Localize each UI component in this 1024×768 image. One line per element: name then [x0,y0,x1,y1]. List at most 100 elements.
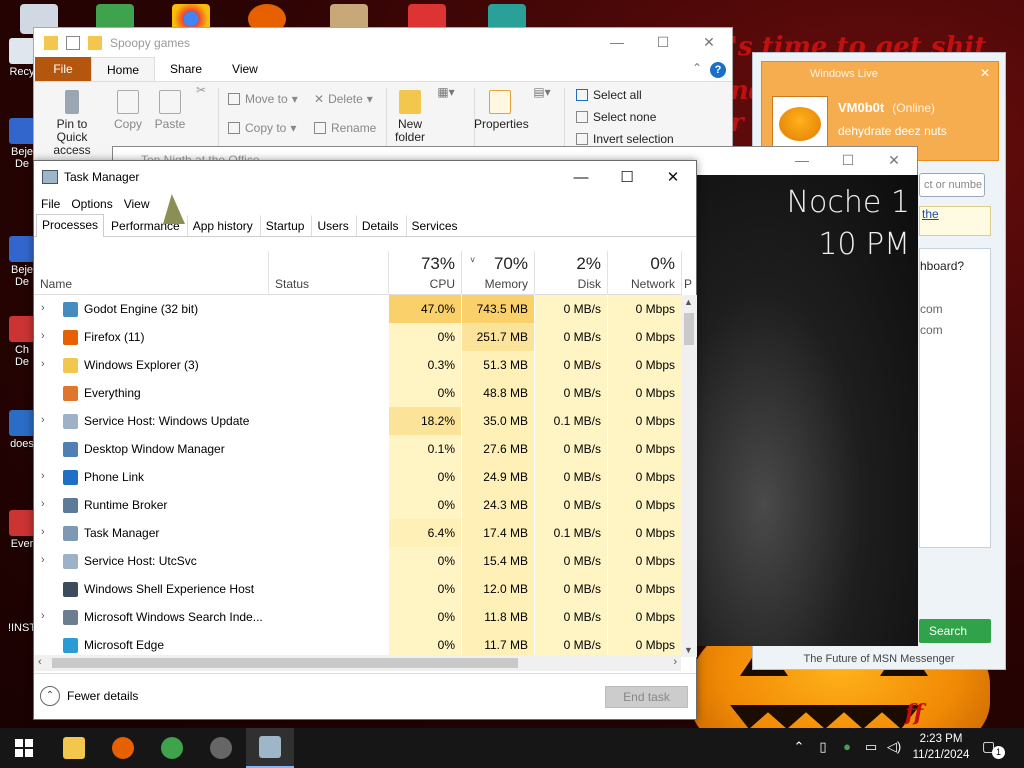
maximize-button[interactable]: ☐ [640,28,686,56]
tab-home[interactable]: Home [91,57,156,81]
process-row[interactable]: Microsoft Edge 0% 11.7 MB 0 MB/s 0 Mbps [34,631,681,657]
select-none-button[interactable]: Select none [576,110,656,124]
process-row[interactable]: › Phone Link 0% 24.9 MB 0 MB/s 0 Mbps [34,463,681,491]
delete-button[interactable]: ✕ Delete ▾ [314,92,373,106]
tab-users[interactable]: Users [311,215,354,236]
system-clock[interactable]: 2:23 PM 11/21/2024 [906,731,976,763]
tab-app-history[interactable]: App history [186,215,259,236]
minimize-button[interactable]: — [594,28,640,56]
collapse-ribbon-icon[interactable]: ⌃ [692,61,702,75]
properties-button[interactable]: Properties [474,90,529,131]
new-item-icon[interactable]: ▦▾ [434,86,458,99]
close-button[interactable]: ✕ [871,147,917,173]
expand-chevron-icon[interactable]: › [41,302,45,314]
process-row[interactable]: › Service Host: Windows Update 18.2% 35.0 M… [34,407,681,435]
process-row[interactable]: › Firefox (11) 0% 251.7 MB 0 MB/s 0 Mbps [34,323,681,351]
scroll-thumb[interactable] [52,658,518,668]
column-name[interactable]: Name [34,251,268,295]
show-hidden-icons-icon[interactable]: ⌃ [791,739,807,755]
select-all-button[interactable]: Select all [576,88,642,102]
maximize-button[interactable]: ☐ [825,147,871,173]
scroll-right-icon[interactable]: › [673,656,677,668]
rename-button[interactable]: Rename [314,121,376,135]
tab-services[interactable]: Services [405,215,464,236]
taskbar-msn[interactable] [148,728,196,768]
expand-chevron-icon[interactable]: › [41,358,45,370]
process-row[interactable]: › Windows Explorer (3) 0.3% 51.3 MB 0 MB/s 0 … [34,351,681,379]
msn-search-button[interactable]: Search [919,619,991,643]
process-row[interactable]: › Godot Engine (32 bit) 47.0% 743.5 MB 0 MB/… [34,295,681,323]
scroll-up-icon[interactable]: ▲ [684,297,693,307]
close-icon[interactable]: ✕ [980,66,990,80]
pin-to-quick-access-button[interactable]: Pin to Quick access [40,90,104,157]
cut-icon[interactable]: ✂ [194,84,208,97]
horizontal-scrollbar[interactable]: ‹ › [34,655,681,671]
process-row[interactable]: Windows Shell Experience Host 0% 12.0 MB 0 … [34,575,681,603]
scroll-left-icon[interactable]: ‹ [38,656,42,668]
scroll-down-icon[interactable]: ▼ [684,645,693,655]
properties-icon[interactable] [66,36,80,50]
new-folder-icon[interactable] [88,36,102,50]
menu-file[interactable]: File [38,197,68,211]
tab-view[interactable]: View [217,57,273,81]
process-row[interactable]: › Microsoft Windows Search Inde... 0% 11.8 … [34,603,681,631]
copy-button[interactable]: Copy [112,90,144,131]
column-disk[interactable]: 2% Disk [534,251,607,295]
taskbar-firefox[interactable] [99,728,147,768]
expand-chevron-icon[interactable]: › [41,610,45,622]
process-row[interactable]: Everything 0% 48.8 MB 0 MB/s 0 Mbps [34,379,681,407]
column-power[interactable]: P [681,251,695,295]
open-icon[interactable]: ▤▾ [532,86,552,99]
msn-contact[interactable]: com [920,302,943,316]
process-row[interactable]: › Service Host: UtcSvc 0% 15.4 MB 0 MB/s 0 Mb… [34,547,681,575]
fewer-details-button[interactable]: ⌃ Fewer details [40,686,138,706]
expand-chevron-icon[interactable]: › [41,498,45,510]
expand-chevron-icon[interactable]: › [41,470,45,482]
tab-processes[interactable]: Processes [36,214,105,237]
end-task-button[interactable]: End task [605,686,688,708]
device-icon[interactable]: ▯ [815,739,831,755]
taskbar-task-manager[interactable] [246,728,294,768]
minimize-button[interactable]: — [779,147,825,173]
tab-details[interactable]: Details [355,215,405,236]
tab-file[interactable]: File [35,57,91,81]
notification-center-button[interactable]: ▢ 1 [982,738,1005,759]
process-row[interactable]: Desktop Window Manager 0.1% 27.6 MB 0 MB/s 0… [34,435,681,463]
paste-button[interactable]: Paste [152,90,188,131]
msn-contact[interactable]: com [920,323,943,337]
column-status[interactable]: Status [268,251,388,295]
tab-share[interactable]: Share [155,57,217,81]
move-to-button[interactable]: Move to ▾ [228,92,298,106]
volume-icon[interactable]: ◁) [886,739,902,755]
expand-chevron-icon[interactable]: › [41,554,45,566]
column-memory[interactable]: ˅ 70% Memory [461,251,534,295]
minimize-button[interactable]: — [558,161,604,193]
msn-tray-icon[interactable]: ● [839,739,855,755]
info-link[interactable]: the [920,207,939,221]
menu-view[interactable]: View [121,197,158,211]
scroll-thumb[interactable] [684,313,694,345]
expand-chevron-icon[interactable]: › [41,526,45,538]
maximize-button[interactable]: ☐ [604,161,650,193]
game-canvas[interactable]: Noche 1 10 PM [697,175,918,646]
taskbar-game[interactable] [197,728,245,768]
process-row[interactable]: › Task Manager 6.4% 17.4 MB 0.1 MB/s 0 Mbps [34,519,681,547]
menu-options[interactable]: Options [68,197,120,211]
expand-chevron-icon[interactable]: › [41,330,45,342]
invert-selection-button[interactable]: Invert selection [576,132,674,146]
copy-to-button[interactable]: Copy to ▾ [228,121,296,135]
new-folder-button[interactable]: New folder [392,90,428,144]
process-row[interactable]: › Runtime Broker 0% 24.3 MB 0 MB/s 0 Mbps [34,491,681,519]
vertical-scrollbar[interactable]: ▲ ▼ [681,295,697,657]
help-icon[interactable]: ? [710,62,726,78]
close-button[interactable]: ✕ [650,161,696,193]
tab-startup[interactable]: Startup [259,215,311,236]
network-icon[interactable]: ▭ [863,739,879,755]
column-cpu[interactable]: 73% CPU [388,251,461,295]
expand-chevron-icon[interactable]: › [41,414,45,426]
taskbar-file-explorer[interactable] [50,728,98,768]
close-button[interactable]: ✕ [686,28,732,56]
contact-search-field[interactable]: ct or numbe [919,173,985,197]
start-button[interactable] [0,728,48,768]
column-network[interactable]: 0% Network [607,251,681,295]
